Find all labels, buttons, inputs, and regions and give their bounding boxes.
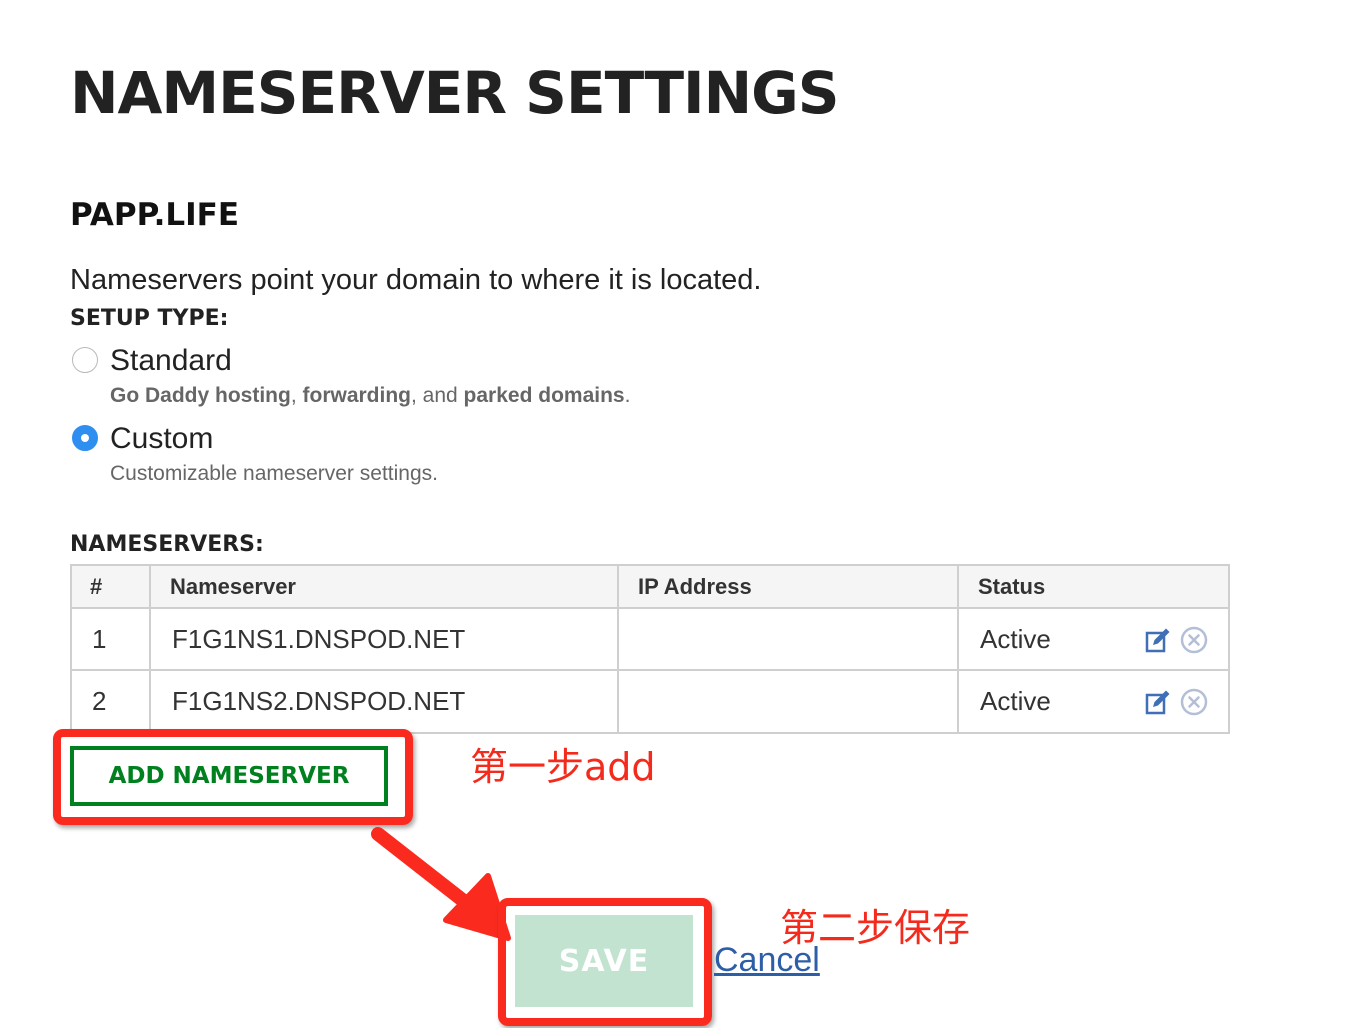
row-number: 2 bbox=[92, 686, 107, 716]
page-title: NAMESERVER SETTINGS bbox=[70, 59, 840, 127]
custom-description: Customizable nameserver settings. bbox=[110, 462, 438, 485]
annotation-step1: 第一步add bbox=[470, 745, 656, 789]
desc-sep-3: . bbox=[624, 384, 631, 407]
save-button[interactable]: SAVE bbox=[515, 915, 693, 1007]
col-header-nameserver: Nameserver bbox=[170, 574, 296, 599]
custom-radio-label[interactable]: Custom bbox=[110, 421, 213, 457]
row-status: Active bbox=[980, 686, 1051, 716]
table-divider bbox=[70, 607, 1230, 609]
table-col-divider bbox=[617, 564, 619, 734]
table-divider bbox=[70, 669, 1230, 671]
desc-hosting: Go Daddy hosting bbox=[110, 384, 291, 407]
annotation-step2: 第二步保存 bbox=[780, 906, 971, 950]
desc-sep-1: , bbox=[290, 384, 303, 407]
close-circle-icon[interactable] bbox=[1180, 626, 1208, 654]
row-status: Active bbox=[980, 624, 1051, 654]
col-header-number: # bbox=[90, 574, 103, 599]
row-number: 1 bbox=[92, 624, 107, 654]
table-col-divider bbox=[149, 564, 151, 734]
col-header-status: Status bbox=[978, 574, 1046, 599]
page-description: Nameservers point your domain to where i… bbox=[70, 264, 762, 296]
standard-description: Go Daddy hosting, forwarding, and parked… bbox=[110, 382, 630, 410]
custom-radio[interactable] bbox=[72, 425, 98, 451]
desc-sep-2: , and bbox=[411, 384, 464, 407]
col-header-ip: IP Address bbox=[638, 574, 752, 599]
edit-icon-graphic bbox=[1145, 628, 1170, 653]
close-circle-icon[interactable] bbox=[1180, 688, 1208, 716]
close-circle-icon-graphic bbox=[1180, 626, 1208, 654]
desc-parked: parked domains bbox=[463, 384, 625, 407]
row-nameserver: F1G1NS1.DNSPOD.NET bbox=[172, 624, 466, 654]
edit-icon-graphic bbox=[1145, 690, 1170, 715]
edit-icon[interactable] bbox=[1144, 688, 1172, 716]
domain-name: PAPP.LIFE bbox=[70, 197, 240, 233]
standard-radio[interactable] bbox=[72, 347, 98, 373]
row-nameserver: F1G1NS2.DNSPOD.NET bbox=[172, 686, 466, 716]
table-col-divider bbox=[957, 564, 959, 734]
standard-radio-label[interactable]: Standard bbox=[110, 343, 232, 379]
desc-forwarding: forwarding bbox=[302, 384, 412, 407]
add-nameserver-button[interactable]: ADD NAMESERVER bbox=[70, 746, 388, 806]
nameservers-label: NAMESERVERS: bbox=[70, 532, 264, 557]
setup-type-label: SETUP TYPE: bbox=[70, 306, 229, 331]
close-circle-icon-graphic bbox=[1180, 688, 1208, 716]
edit-icon[interactable] bbox=[1144, 626, 1172, 654]
